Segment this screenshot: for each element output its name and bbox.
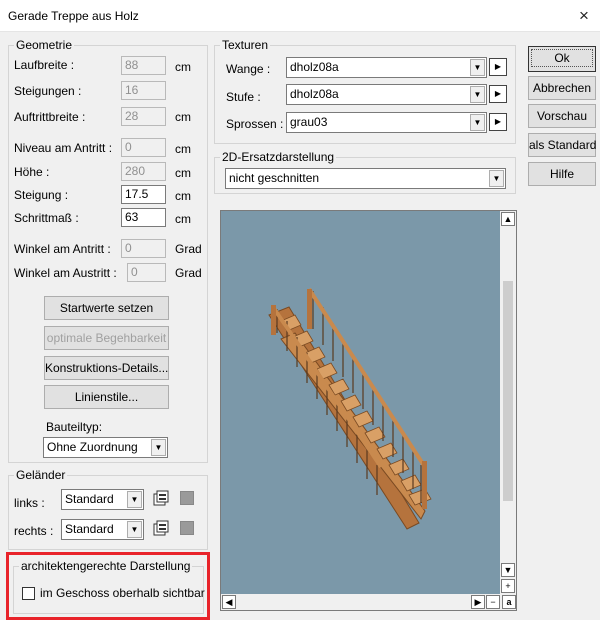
- sprossen-value: grau03: [290, 115, 328, 129]
- steigungen-label: Steigungen :: [14, 84, 82, 98]
- niveau-unit: cm: [175, 142, 191, 156]
- stufe-select[interactable]: dholz08a ▼: [286, 84, 487, 105]
- stair-preview[interactable]: ▲ ▼ + ◀ ▶ − a: [220, 210, 517, 611]
- vorschau-button[interactable]: Vorschau: [528, 104, 596, 128]
- chevron-down-icon[interactable]: ▼: [127, 521, 142, 538]
- chevron-down-icon[interactable]: ▼: [127, 491, 142, 508]
- bauteiltyp-label: Bauteiltyp:: [46, 420, 103, 434]
- title-bar: Gerade Treppe aus Holz ×: [0, 0, 600, 32]
- ersatz-select[interactable]: nicht geschnitten ▼: [225, 168, 506, 189]
- abbrechen-button[interactable]: Abbrechen: [528, 76, 596, 100]
- chevron-down-icon[interactable]: ▼: [470, 114, 485, 131]
- gelaender-rechts-label: rechts :: [14, 524, 54, 538]
- winkel-antritt-unit: Grad: [175, 242, 202, 256]
- color-swatch-icon[interactable]: [180, 491, 194, 505]
- konstruktions-details-button[interactable]: Konstruktions-Details...: [44, 356, 169, 380]
- oberhalb-sichtbar-label: im Geschoss oberhalb sichtbar: [40, 586, 205, 600]
- schrittmass-field[interactable]: 63: [121, 208, 166, 227]
- geometrie-legend: Geometrie: [16, 38, 73, 52]
- gelaender-legend: Geländer: [16, 468, 66, 482]
- steigungen-field: 16: [121, 81, 166, 100]
- laufbreite-field: 88: [121, 56, 166, 75]
- wange-select[interactable]: dholz08a ▼: [286, 57, 487, 78]
- gelaender-links-select[interactable]: Standard ▼: [61, 489, 144, 510]
- winkel-antritt-field: 0: [121, 239, 166, 258]
- ersatz-legend: 2D-Ersatzdarstellung: [222, 150, 335, 164]
- preview-horizontal-scrollbar[interactable]: ◀ ▶ − a: [221, 594, 516, 610]
- gelaender-rechts-value: Standard: [65, 522, 114, 536]
- chevron-down-icon[interactable]: ▼: [470, 59, 485, 76]
- steigung-unit: cm: [175, 189, 191, 203]
- texturen-legend: Texturen: [222, 38, 269, 52]
- winkel-austritt-field: 0: [127, 263, 166, 282]
- preview-vertical-scrollbar[interactable]: ▲ ▼ +: [500, 211, 516, 595]
- niveau-label: Niveau am Antritt :: [14, 141, 113, 155]
- architekten-legend: architektengerechte Darstellung: [21, 559, 191, 573]
- sprossen-arrow-right-icon[interactable]: ▶: [489, 113, 507, 131]
- ok-label: Ok: [531, 49, 593, 67]
- close-icon[interactable]: ×: [568, 0, 600, 32]
- schrittmass-unit: cm: [175, 212, 191, 226]
- linienstile-button[interactable]: Linienstile...: [44, 385, 169, 409]
- wange-label: Wange :: [226, 62, 271, 76]
- zoom-in-icon[interactable]: +: [501, 579, 515, 593]
- scroll-down-icon[interactable]: ▼: [501, 563, 515, 577]
- hilfe-button[interactable]: Hilfe: [528, 162, 596, 186]
- ok-button[interactable]: Ok: [528, 46, 596, 72]
- zoom-out-icon[interactable]: −: [486, 595, 500, 609]
- properties-icon[interactable]: [153, 489, 171, 507]
- ersatz-value: nicht geschnitten: [229, 171, 320, 185]
- startwerte-setzen-button[interactable]: Startwerte setzen: [44, 296, 169, 320]
- niveau-field: 0: [121, 138, 166, 157]
- optimale-begehbarkeit-button: optimale Begehbarkeit: [44, 326, 169, 350]
- laufbreite-label: Laufbreite :: [14, 58, 75, 72]
- chevron-down-icon[interactable]: ▼: [470, 86, 485, 103]
- auftrittbreite-field: 28: [121, 107, 166, 126]
- auftrittbreite-unit: cm: [175, 110, 191, 124]
- wange-arrow-right-icon[interactable]: ▶: [489, 58, 507, 76]
- chevron-down-icon[interactable]: ▼: [489, 170, 504, 187]
- steigung-field[interactable]: 17.5: [121, 185, 166, 204]
- hoehe-unit: cm: [175, 166, 191, 180]
- gelaender-links-label: links :: [14, 496, 45, 510]
- scroll-right-icon[interactable]: ▶: [471, 595, 485, 609]
- gelaender-links-value: Standard: [65, 492, 114, 506]
- scroll-left-icon[interactable]: ◀: [222, 595, 236, 609]
- auftrittbreite-label: Auftrittbreite :: [14, 110, 86, 124]
- laufbreite-unit: cm: [175, 60, 191, 74]
- stair-3d-image: [268, 287, 432, 530]
- stufe-value: dholz08a: [290, 87, 339, 101]
- schrittmass-label: Schrittmaß :: [14, 211, 79, 225]
- winkel-austritt-label: Winkel am Austritt :: [14, 266, 117, 280]
- bauteiltyp-value: Ohne Zuordnung: [47, 440, 138, 454]
- scroll-up-icon[interactable]: ▲: [501, 212, 515, 226]
- window-title: Gerade Treppe aus Holz: [8, 9, 139, 23]
- chevron-down-icon[interactable]: ▼: [151, 439, 166, 456]
- corner-a-button[interactable]: a: [502, 595, 516, 609]
- sprossen-select[interactable]: grau03 ▼: [286, 112, 487, 133]
- bauteiltyp-select[interactable]: Ohne Zuordnung ▼: [43, 437, 168, 458]
- wange-value: dholz08a: [290, 60, 339, 74]
- als-standard-button[interactable]: als Standard: [528, 133, 596, 157]
- hoehe-field: 280: [121, 162, 166, 181]
- hoehe-label: Höhe :: [14, 165, 50, 179]
- scroll-thumb[interactable]: [503, 281, 513, 501]
- winkel-antritt-label: Winkel am Antritt :: [14, 242, 111, 256]
- sprossen-label: Sprossen :: [226, 117, 284, 131]
- stufe-label: Stufe :: [226, 90, 261, 104]
- steigung-label: Steigung :: [14, 188, 69, 202]
- stufe-arrow-right-icon[interactable]: ▶: [489, 85, 507, 103]
- gelaender-rechts-select[interactable]: Standard ▼: [61, 519, 144, 540]
- properties-icon[interactable]: [153, 519, 171, 537]
- winkel-austritt-unit: Grad: [175, 266, 202, 280]
- oberhalb-sichtbar-checkbox[interactable]: [22, 587, 35, 600]
- color-swatch-icon[interactable]: [180, 521, 194, 535]
